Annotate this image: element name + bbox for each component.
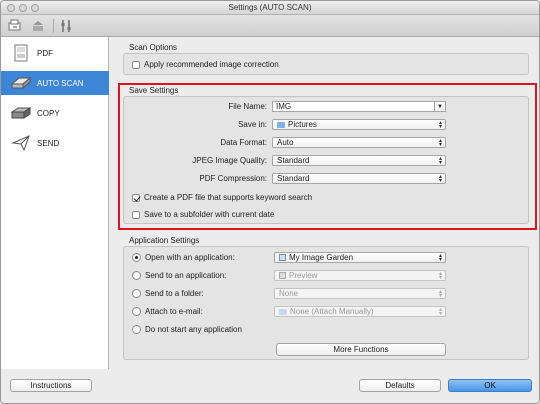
toolbar [1, 15, 539, 37]
pdf-compression-label: PDF Compression: [199, 174, 267, 183]
jpeg-quality-label: JPEG Image Quality: [192, 156, 267, 165]
pdf-compression-value: Standard [277, 174, 310, 183]
send-to-folder-row[interactable]: Send to a folder: [132, 289, 204, 298]
more-functions-button[interactable]: More Functions [276, 343, 446, 356]
updown-arrows-icon: ▴ ▾ [438, 289, 442, 299]
save-in-value: Pictures [288, 120, 317, 129]
pdf-compression-select[interactable]: Standard ▴ ▾ [272, 173, 446, 184]
window-title: Settings (AUTO SCAN) [228, 3, 312, 12]
save-settings-title: Save Settings [129, 86, 179, 95]
keyword-search-row[interactable]: Create a PDF file that supports keyword … [132, 193, 312, 202]
subfolder-label: Save to a subfolder with current date [144, 210, 275, 219]
application-settings-title: Application Settings [129, 236, 200, 245]
defaults-button[interactable]: Defaults [359, 379, 441, 392]
pdf-icon [9, 44, 33, 62]
open-with-value: My Image Garden [289, 253, 354, 262]
do-not-start-label: Do not start any application [145, 325, 242, 334]
send-icon [9, 134, 33, 152]
send-to-folder-label: Send to a folder: [145, 289, 204, 298]
file-name-label: File Name: [228, 102, 267, 111]
sidebar: PDF AUTO SCAN COPY SEND [1, 37, 109, 369]
attach-email-row[interactable]: Attach to e-mail: [132, 307, 203, 316]
ok-button[interactable]: OK [448, 379, 532, 392]
data-format-select[interactable]: Auto ▴ ▾ [272, 137, 446, 148]
copy-icon [9, 104, 33, 122]
do-not-start-radio[interactable] [132, 325, 141, 334]
send-to-app-row[interactable]: Send to an application: [132, 271, 226, 280]
sidebar-item-copy[interactable]: COPY [1, 101, 109, 125]
general-settings-icon[interactable] [59, 19, 73, 33]
file-name-input[interactable]: IMG [272, 101, 435, 112]
open-with-label: Open with an application: [145, 253, 235, 262]
send-to-folder-value: None [279, 289, 299, 298]
send-to-folder-select: None ▴ ▾ [274, 288, 446, 299]
data-format-label: Data Format: [220, 138, 267, 147]
save-in-select[interactable]: Pictures ▴ ▾ [272, 119, 446, 130]
send-to-folder-radio[interactable] [132, 289, 141, 298]
open-with-select[interactable]: My Image Garden ▴ ▾ [274, 252, 446, 263]
mail-icon [279, 308, 287, 315]
subfolder-row[interactable]: Save to a subfolder with current date [132, 210, 274, 219]
updown-arrows-icon: ▴ ▾ [438, 120, 442, 130]
sidebar-item-label: SEND [37, 138, 60, 148]
sidebar-item-label: PDF [37, 48, 53, 58]
updown-arrows-icon: ▴ ▾ [438, 271, 442, 281]
do-not-start-row[interactable]: Do not start any application [132, 325, 242, 334]
send-to-app-select: Preview ▴ ▾ [274, 270, 446, 281]
attach-email-radio[interactable] [132, 307, 141, 316]
updown-arrows-icon: ▴ ▾ [438, 156, 442, 166]
scan-from-operation-panel-icon[interactable] [31, 19, 45, 33]
apply-correction-row[interactable]: Apply recommended image correction [132, 60, 279, 69]
apply-correction-label: Apply recommended image correction [144, 60, 279, 69]
jpeg-quality-value: Standard [277, 156, 310, 165]
file-name-dropdown-button[interactable]: ▼ [435, 101, 446, 112]
sidebar-item-send[interactable]: SEND [1, 131, 109, 155]
open-with-radio[interactable] [132, 253, 141, 262]
open-with-row[interactable]: Open with an application: [132, 253, 235, 262]
save-settings-group: File Name: IMG ▼ Save in: Pictures ▴ ▾ Da… [123, 96, 529, 224]
application-settings-group: Open with an application: My Image Garde… [123, 246, 529, 360]
preview-icon [279, 272, 286, 279]
updown-arrows-icon: ▴ ▾ [438, 138, 442, 148]
sidebar-item-auto-scan[interactable]: AUTO SCAN [1, 71, 109, 95]
keyword-search-label: Create a PDF file that supports keyword … [144, 193, 313, 202]
data-format-value: Auto [277, 138, 294, 147]
send-to-app-radio[interactable] [132, 271, 141, 280]
instructions-button[interactable]: Instructions [10, 379, 92, 392]
image-garden-icon [279, 254, 286, 261]
toolbar-separator [53, 19, 54, 33]
sidebar-item-pdf[interactable]: PDF [1, 41, 109, 65]
chevron-down-icon: ▼ [437, 103, 443, 110]
title-bar: Settings (AUTO SCAN) [1, 1, 539, 15]
folder-icon [277, 121, 285, 128]
scan-options-title: Scan Options [129, 43, 178, 52]
sidebar-item-label: AUTO SCAN [37, 78, 84, 88]
updown-arrows-icon: ▴ ▾ [438, 174, 442, 184]
subfolder-checkbox[interactable] [132, 210, 140, 219]
scan-from-computer-icon[interactable] [8, 19, 22, 33]
attach-email-select: None (Attach Manually) ▴ ▾ [274, 306, 446, 317]
save-in-label: Save in: [238, 120, 267, 129]
keyword-search-checkbox[interactable] [132, 193, 140, 202]
updown-arrows-icon: ▴ ▾ [438, 307, 442, 317]
scan-options-group: Apply recommended image correction [123, 53, 529, 75]
apply-correction-checkbox[interactable] [132, 60, 140, 69]
settings-window: Settings (AUTO SCAN) PDF AUTO SCAN COPY … [0, 0, 540, 404]
updown-arrows-icon: ▴ ▾ [438, 253, 442, 263]
send-to-app-value: Preview [289, 271, 318, 280]
attach-email-value: None (Attach Manually) [290, 307, 374, 316]
auto-scan-icon [9, 74, 33, 92]
send-to-app-label: Send to an application: [145, 271, 227, 280]
sidebar-item-label: COPY [37, 108, 60, 118]
attach-email-label: Attach to e-mail: [145, 307, 203, 316]
jpeg-quality-select[interactable]: Standard ▴ ▾ [272, 155, 446, 166]
